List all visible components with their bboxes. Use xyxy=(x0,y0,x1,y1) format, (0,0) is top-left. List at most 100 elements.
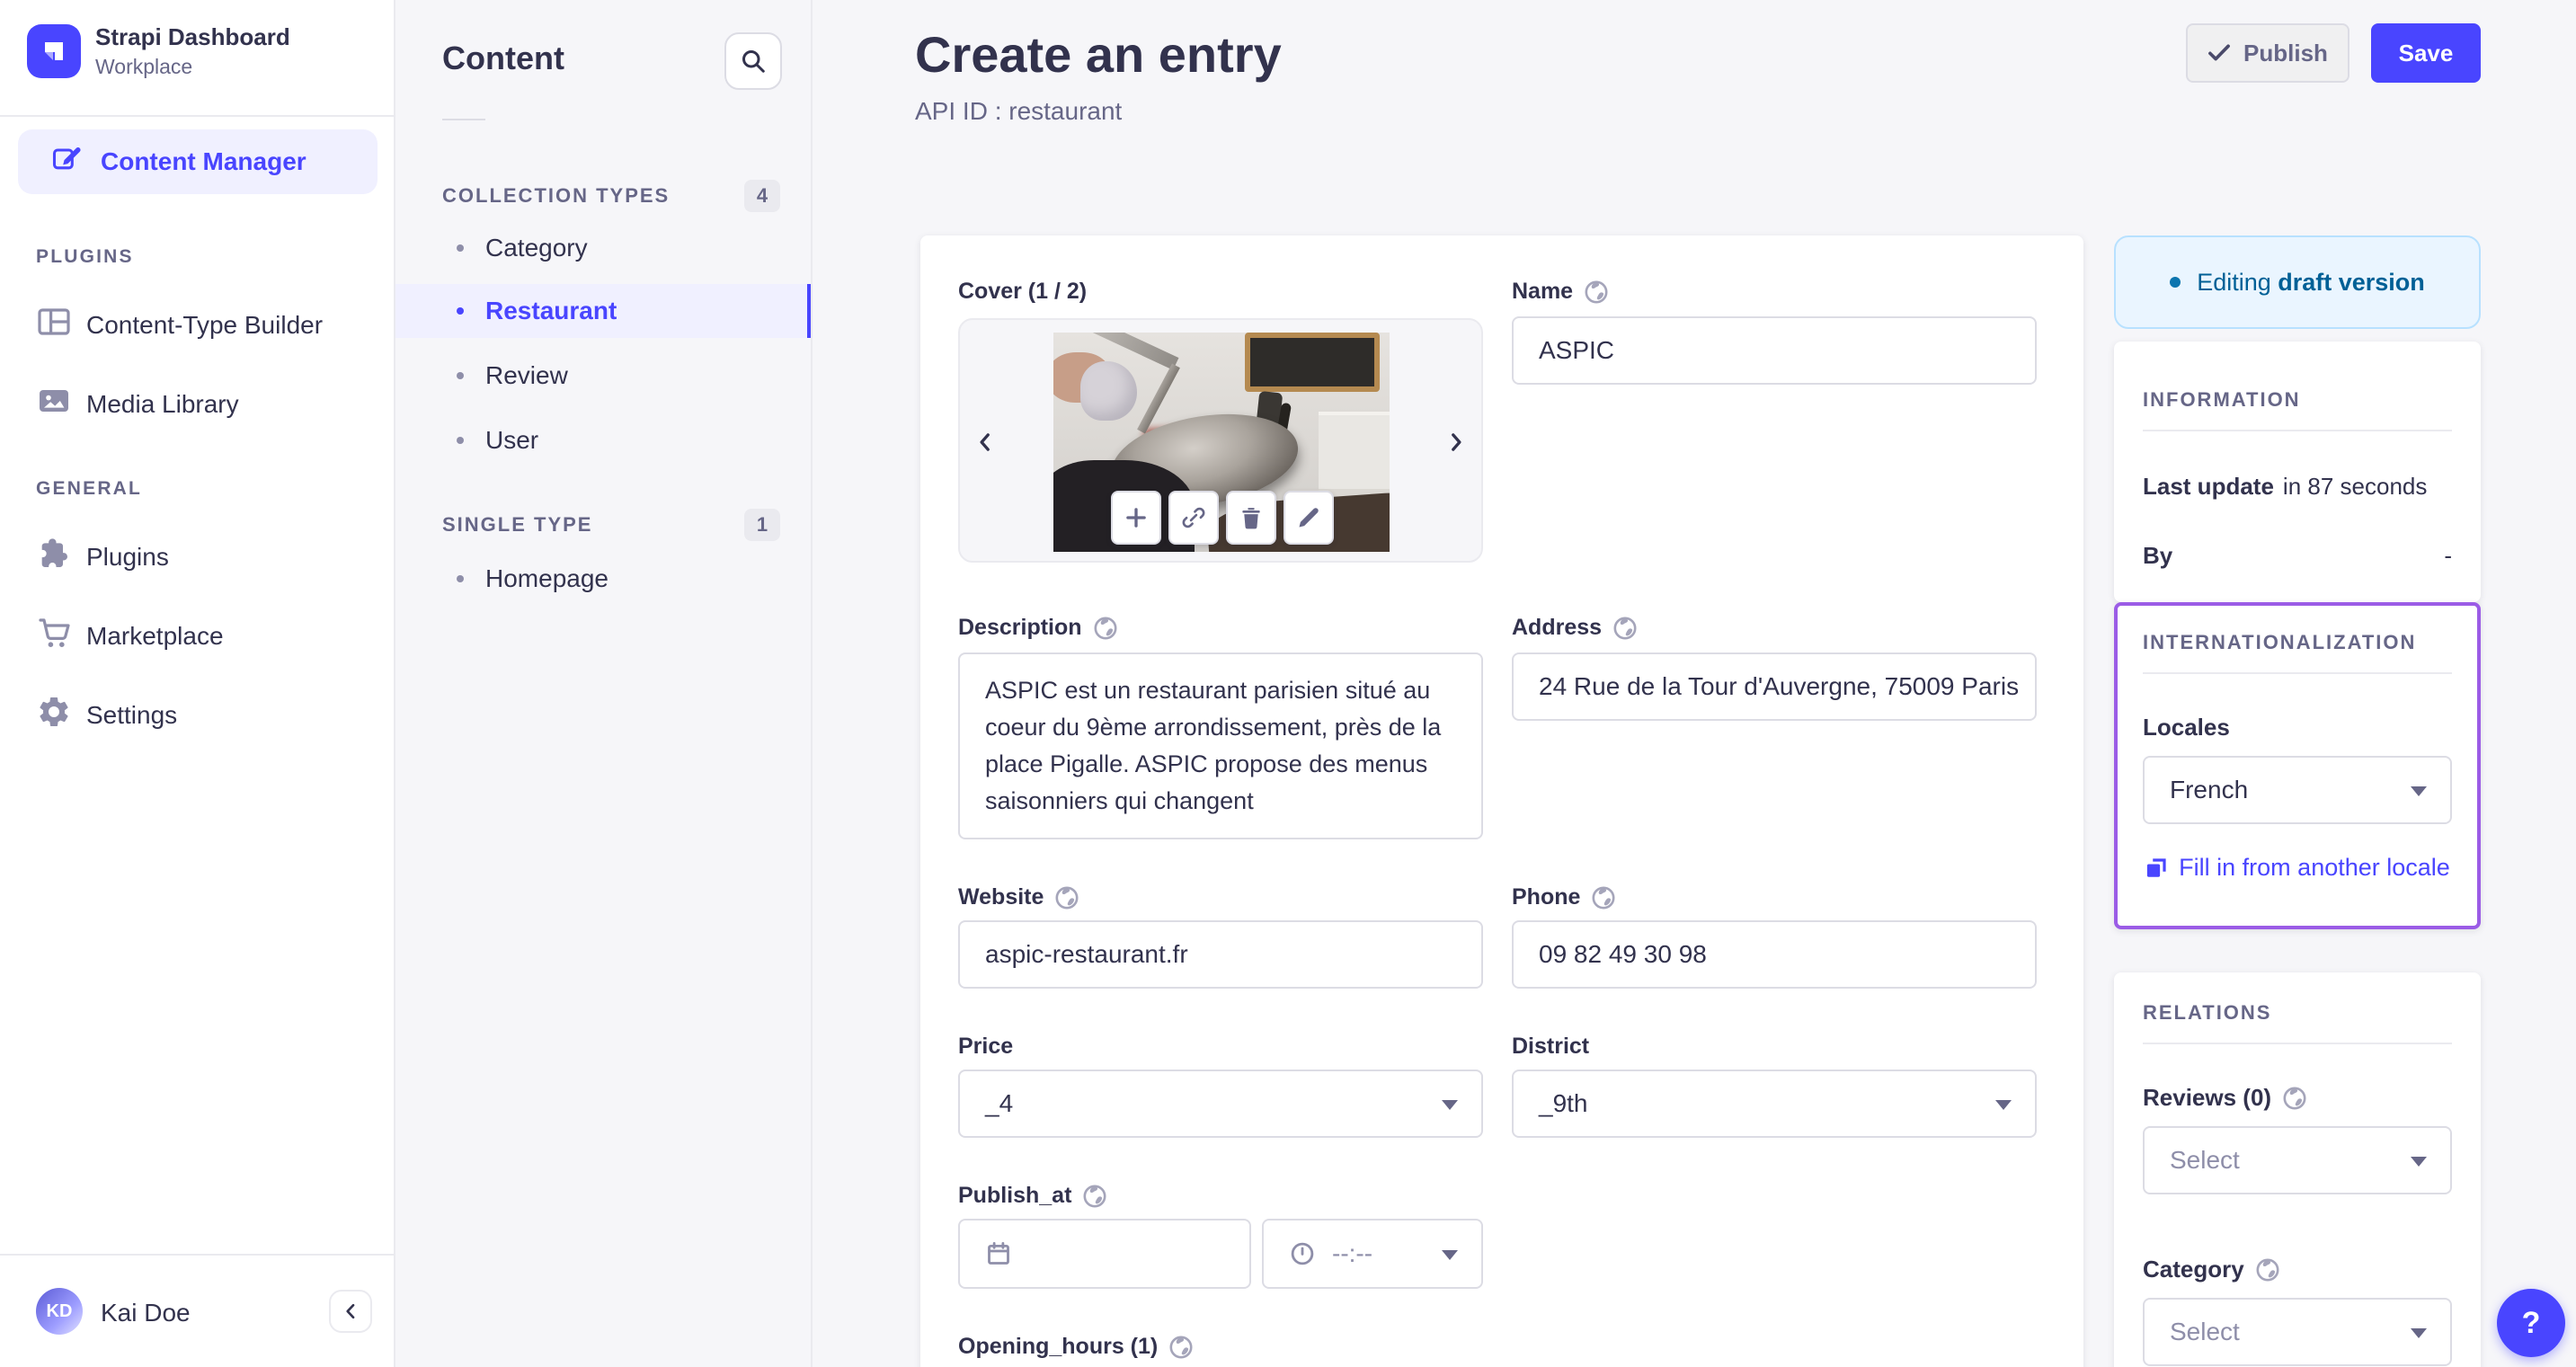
subnav-item-category[interactable]: Category xyxy=(395,221,811,275)
media-library-icon xyxy=(36,383,72,426)
district-field-label: District xyxy=(1512,1034,1590,1059)
single-type-label: SINGLE TYPE xyxy=(442,513,593,536)
gear-icon xyxy=(36,694,72,737)
price-select[interactable]: _4 xyxy=(958,1070,1483,1138)
sidebar-item-plugins[interactable]: Plugins xyxy=(0,525,395,590)
carousel-next-button[interactable] xyxy=(1442,428,1470,457)
website-field-label: Website xyxy=(958,884,1079,910)
subnav-item-homepage[interactable]: Homepage xyxy=(395,552,811,606)
link-icon xyxy=(1182,507,1205,528)
delete-asset-button[interactable] xyxy=(1226,491,1276,545)
description-field-label: Description xyxy=(958,615,1118,641)
divider xyxy=(442,119,485,120)
save-button[interactable]: Save xyxy=(2371,23,2481,83)
subnav-item-label: Category xyxy=(485,234,588,262)
relations-panel: RELATIONS Reviews (0) Select Category Se… xyxy=(2114,972,2481,1367)
divider xyxy=(2143,672,2452,674)
divider xyxy=(0,115,394,117)
edit-asset-button[interactable] xyxy=(1284,491,1334,545)
locale-select[interactable]: French xyxy=(2143,756,2452,824)
by-label: By xyxy=(2143,542,2173,569)
sidebar-item-media-library[interactable]: Media Library xyxy=(0,372,395,437)
sidebar-item-label: Media Library xyxy=(86,390,239,418)
chevron-down-icon xyxy=(2411,1328,2427,1338)
save-label: Save xyxy=(2398,39,2454,67)
brand-subtitle: Workplace xyxy=(95,55,193,78)
divider xyxy=(2143,1043,2452,1044)
sidebar-item-label: Plugins xyxy=(86,543,169,571)
subnav-item-label: Review xyxy=(485,361,568,389)
entry-form-card: Cover (1 / 2) Name ASPIC Description ASP… xyxy=(920,235,2083,1367)
phone-field-label: Phone xyxy=(1512,884,1616,910)
fill-from-locale-link[interactable]: Fill in from another locale xyxy=(2143,849,2452,887)
sidebar-item-content-type-builder[interactable]: Content-Type Builder xyxy=(0,293,395,358)
relations-title: RELATIONS xyxy=(2143,1001,2272,1024)
publish-label: Publish xyxy=(2243,39,2328,67)
main-sidebar: Strapi Dashboard Workplace Content Manag… xyxy=(0,0,395,1367)
address-input[interactable]: 24 Rue de la Tour d'Auvergne, 75009 Pari… xyxy=(1512,652,2037,721)
globe-icon xyxy=(1592,885,1615,910)
copy-link-button[interactable] xyxy=(1168,491,1219,545)
publish-at-time-select[interactable]: --:-- xyxy=(1262,1219,1483,1289)
subnav-item-restaurant[interactable]: Restaurant xyxy=(395,284,811,338)
content-subnav: Content COLLECTION TYPES 4 Category Rest… xyxy=(395,0,813,1367)
content-manager-icon xyxy=(50,142,83,182)
main-content: Create an entry API ID : restaurant Publ… xyxy=(813,0,2576,1367)
carousel-prev-button[interactable] xyxy=(971,428,999,457)
status-dot-icon xyxy=(2170,277,2181,288)
publish-button[interactable]: Publish xyxy=(2186,23,2349,83)
brand-title: Strapi Dashboard xyxy=(95,23,290,50)
content-type-builder-icon xyxy=(36,304,72,347)
copy-icon xyxy=(2146,858,2166,877)
single-type-header: SINGLE TYPE 1 xyxy=(442,509,780,541)
avatar[interactable]: KD xyxy=(36,1288,83,1335)
publish-at-date-input[interactable] xyxy=(958,1219,1251,1289)
cover-carousel xyxy=(958,318,1483,563)
chevron-down-icon xyxy=(1442,1250,1458,1260)
reviews-select[interactable]: Select xyxy=(2143,1126,2452,1194)
last-update-row: Last update in 87 seconds xyxy=(2143,473,2452,501)
subnav-item-user[interactable]: User xyxy=(395,413,811,467)
search-button[interactable] xyxy=(724,32,782,90)
help-label: ? xyxy=(2521,1305,2541,1340)
name-input[interactable]: ASPIC xyxy=(1512,316,2037,385)
chevron-left-icon xyxy=(980,433,990,451)
add-asset-button[interactable] xyxy=(1111,491,1161,545)
globe-icon xyxy=(1094,616,1117,640)
phone-input[interactable]: 09 82 49 30 98 xyxy=(1512,920,2037,989)
brand[interactable]: Strapi Dashboard Workplace xyxy=(27,23,290,79)
bullet-icon xyxy=(457,372,464,379)
fill-from-locale-label: Fill in from another locale xyxy=(2179,854,2450,881)
last-update-value: in 87 seconds xyxy=(2282,473,2428,500)
check-icon xyxy=(2208,44,2230,61)
chevron-down-icon xyxy=(1442,1100,1458,1110)
publish-at-field-label: Publish_at xyxy=(958,1183,1107,1209)
sidebar-item-marketplace[interactable]: Marketplace xyxy=(0,604,395,669)
api-id-subtitle: API ID : restaurant xyxy=(915,97,1123,125)
category-select[interactable]: Select xyxy=(2143,1298,2452,1366)
description-textarea[interactable]: ASPIC est un restaurant parisien situé a… xyxy=(958,652,1483,839)
sidebar-item-content-manager[interactable]: Content Manager xyxy=(18,129,378,194)
collapse-sidebar-button[interactable] xyxy=(329,1290,372,1333)
price-field-label: Price xyxy=(958,1034,1014,1059)
by-value: - xyxy=(2444,542,2452,569)
chevron-left-icon xyxy=(346,1303,355,1319)
website-input[interactable]: aspic-restaurant.fr xyxy=(958,920,1483,989)
help-button[interactable]: ? xyxy=(2497,1289,2565,1357)
last-update-label: Last update xyxy=(2143,473,2274,500)
subnav-item-review[interactable]: Review xyxy=(395,349,811,403)
cover-field-label: Cover (1 / 2) xyxy=(958,279,1088,304)
single-type-count-badge: 1 xyxy=(744,509,780,541)
sidebar-item-settings[interactable]: Settings xyxy=(0,683,395,748)
district-select[interactable]: _9th xyxy=(1512,1070,2037,1138)
internationalization-panel: INTERNATIONALIZATION Locales French Fill… xyxy=(2114,602,2481,929)
calendar-icon xyxy=(988,1241,1009,1265)
name-field-label: Name xyxy=(1512,279,1609,305)
globe-icon xyxy=(1585,280,1608,304)
nav-group-plugins: PLUGINS xyxy=(36,246,134,267)
internationalization-title: INTERNATIONALIZATION xyxy=(2143,631,2417,653)
category-field-label: Category xyxy=(2143,1256,2452,1283)
subnav-item-label: Homepage xyxy=(485,564,608,592)
information-title: INFORMATION xyxy=(2143,388,2301,411)
bullet-icon xyxy=(457,307,464,315)
